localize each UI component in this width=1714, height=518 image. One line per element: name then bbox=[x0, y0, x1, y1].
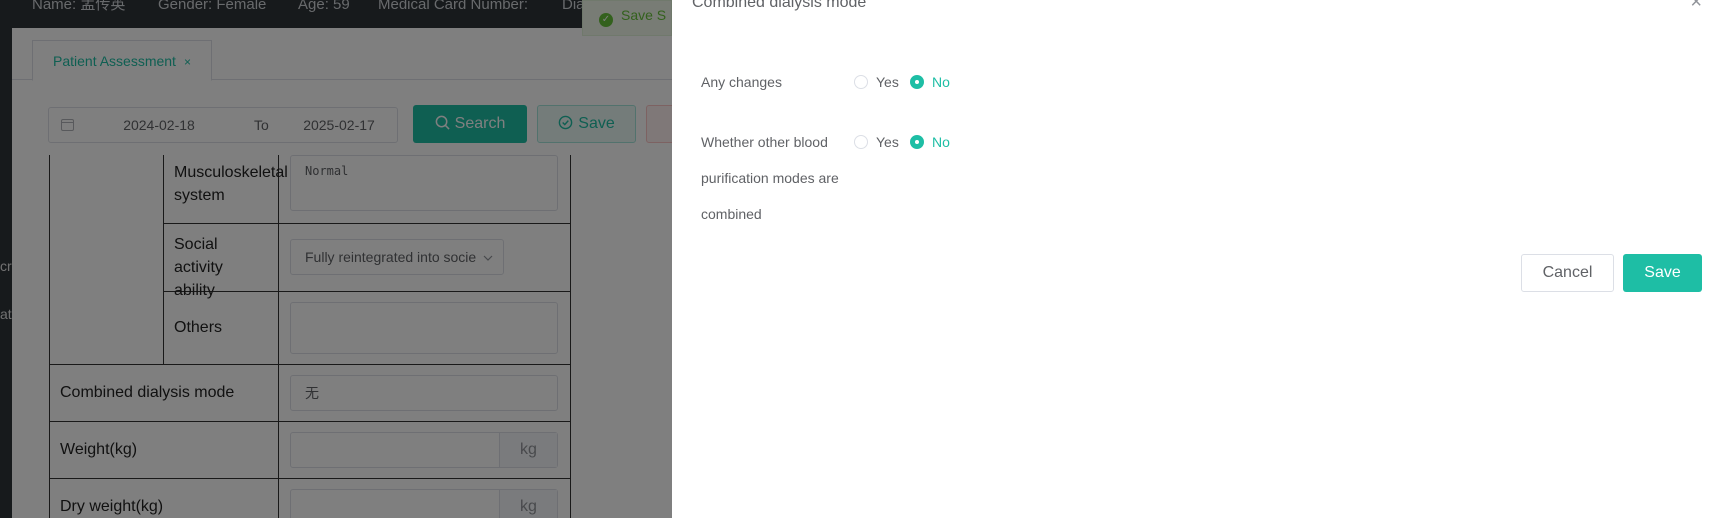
any-changes-no-radio[interactable]: No bbox=[910, 74, 950, 90]
other-modes-label-line: combined bbox=[701, 206, 762, 222]
cancel-button[interactable]: Cancel bbox=[1521, 254, 1614, 292]
radio-circle-icon bbox=[854, 75, 868, 89]
other-modes-no-radio[interactable]: No bbox=[910, 134, 950, 150]
close-icon[interactable]: × bbox=[1690, 0, 1702, 12]
radio-label: Yes bbox=[876, 74, 899, 90]
other-modes-label-line: purification modes are bbox=[701, 170, 839, 186]
radio-checked-icon bbox=[910, 135, 924, 149]
combined-dialysis-drawer: Combined dialysis mode × Any changes Yes… bbox=[672, 0, 1714, 518]
other-modes-label: Whether other blood purification modes a… bbox=[701, 124, 851, 232]
drawer-title: Combined dialysis mode bbox=[692, 0, 867, 11]
any-changes-yes-radio[interactable]: Yes bbox=[854, 74, 899, 90]
radio-label: No bbox=[932, 74, 950, 90]
any-changes-label: Any changes bbox=[701, 74, 782, 90]
other-modes-label-line: Whether other blood bbox=[701, 134, 828, 150]
radio-checked-icon bbox=[910, 75, 924, 89]
radio-circle-icon bbox=[854, 135, 868, 149]
radio-label: No bbox=[932, 134, 950, 150]
other-modes-yes-radio[interactable]: Yes bbox=[854, 134, 899, 150]
drawer-save-button[interactable]: Save bbox=[1623, 254, 1702, 292]
radio-label: Yes bbox=[876, 134, 899, 150]
